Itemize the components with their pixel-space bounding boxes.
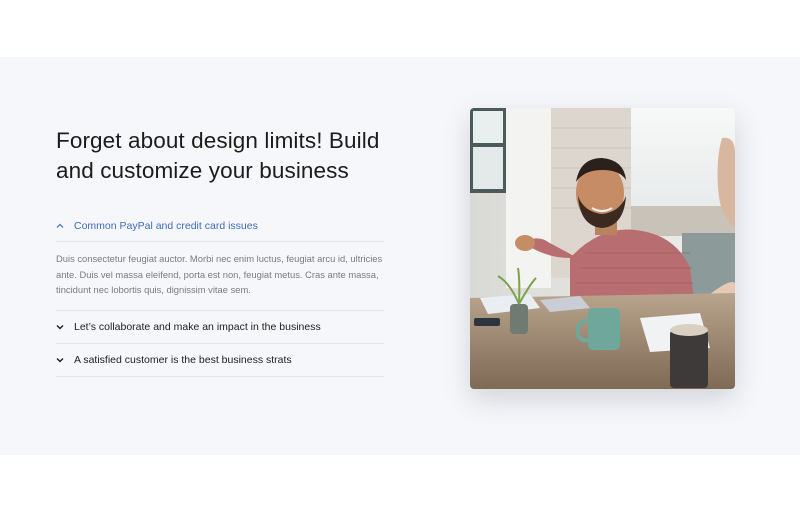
accordion-item: Common PayPal and credit card issues Dui… xyxy=(56,210,384,311)
accordion-item: Let’s collaborate and make an impact in … xyxy=(56,311,384,344)
accordion-item: A satisfied customer is the best busines… xyxy=(56,344,384,377)
accordion-body-text: Duis consectetur feugiat auctor. Morbi n… xyxy=(56,241,384,298)
chevron-up-icon xyxy=(56,223,74,229)
accordion-panel: Duis consectetur feugiat auctor. Morbi n… xyxy=(56,241,384,311)
faq-accordion: Common PayPal and credit card issues Dui… xyxy=(56,210,384,377)
accordion-header-collaborate[interactable]: Let’s collaborate and make an impact in … xyxy=(56,311,384,343)
chevron-down-icon xyxy=(56,357,74,363)
chevron-down-icon xyxy=(56,324,74,330)
accordion-header-satisfied-customer[interactable]: A satisfied customer is the best busines… xyxy=(56,344,384,376)
business-meeting-image xyxy=(470,108,735,389)
section-heading: Forget about design limits! Build and cu… xyxy=(56,128,380,183)
accordion-title: Let’s collaborate and make an impact in … xyxy=(74,320,321,333)
accordion-header-paypal[interactable]: Common PayPal and credit card issues xyxy=(56,210,384,241)
accordion-title: A satisfied customer is the best busines… xyxy=(74,353,292,366)
accordion-title: Common PayPal and credit card issues xyxy=(74,219,258,232)
